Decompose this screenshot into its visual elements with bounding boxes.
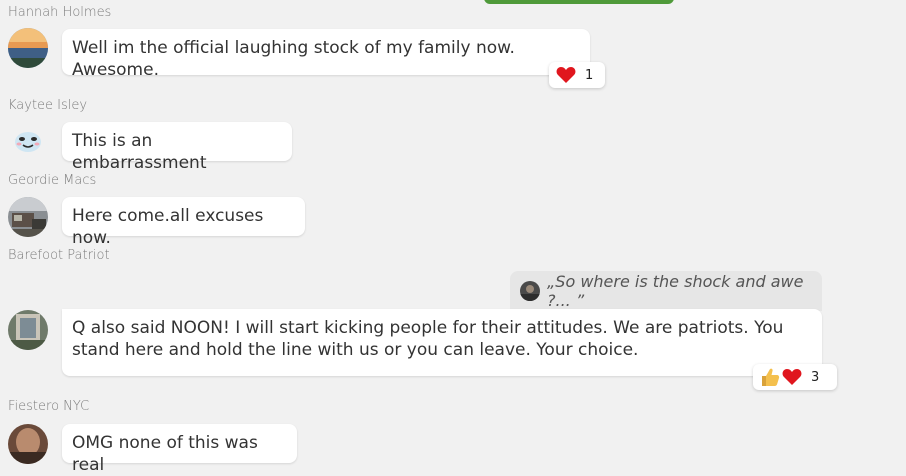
heart-icon: [555, 65, 577, 85]
quote-avatar: [520, 281, 540, 301]
message-bubble: Well im the official laughing stock of m…: [62, 29, 590, 80]
avatar[interactable]: [8, 122, 48, 162]
reaction-badge[interactable]: 1: [549, 62, 605, 88]
heart-icon: [781, 367, 803, 387]
author-name[interactable]: Hannah Holmes: [8, 5, 111, 20]
message-bubble: Q also said NOON! I will start kicking p…: [62, 309, 822, 376]
author-name[interactable]: Geordie Macs: [8, 173, 96, 188]
author-name[interactable]: Barefoot Patriot: [8, 248, 110, 263]
avatar[interactable]: [8, 310, 48, 350]
reaction-count: 1: [585, 67, 594, 83]
reaction-count: 3: [811, 369, 820, 385]
avatar[interactable]: [8, 197, 48, 237]
thumbs-up-icon: [759, 367, 781, 387]
avatar[interactable]: [8, 424, 48, 464]
top-action-button[interactable]: [484, 0, 674, 4]
author-name[interactable]: Kaytee Isley: [8, 98, 87, 113]
message-bubble: This is an embarrassment: [62, 122, 292, 173]
quoted-message[interactable]: „So where is the shock and awe ?... ”: [510, 271, 822, 311]
message-bubble: OMG none of this was real: [62, 424, 297, 475]
author-name[interactable]: Fiestero NYC: [8, 399, 89, 414]
avatar[interactable]: [8, 28, 48, 68]
reaction-badge[interactable]: 3: [753, 364, 837, 390]
quote-text: „So where is the shock and awe ?... ”: [547, 272, 804, 310]
message-bubble: Here come.all excuses now.: [62, 197, 305, 248]
